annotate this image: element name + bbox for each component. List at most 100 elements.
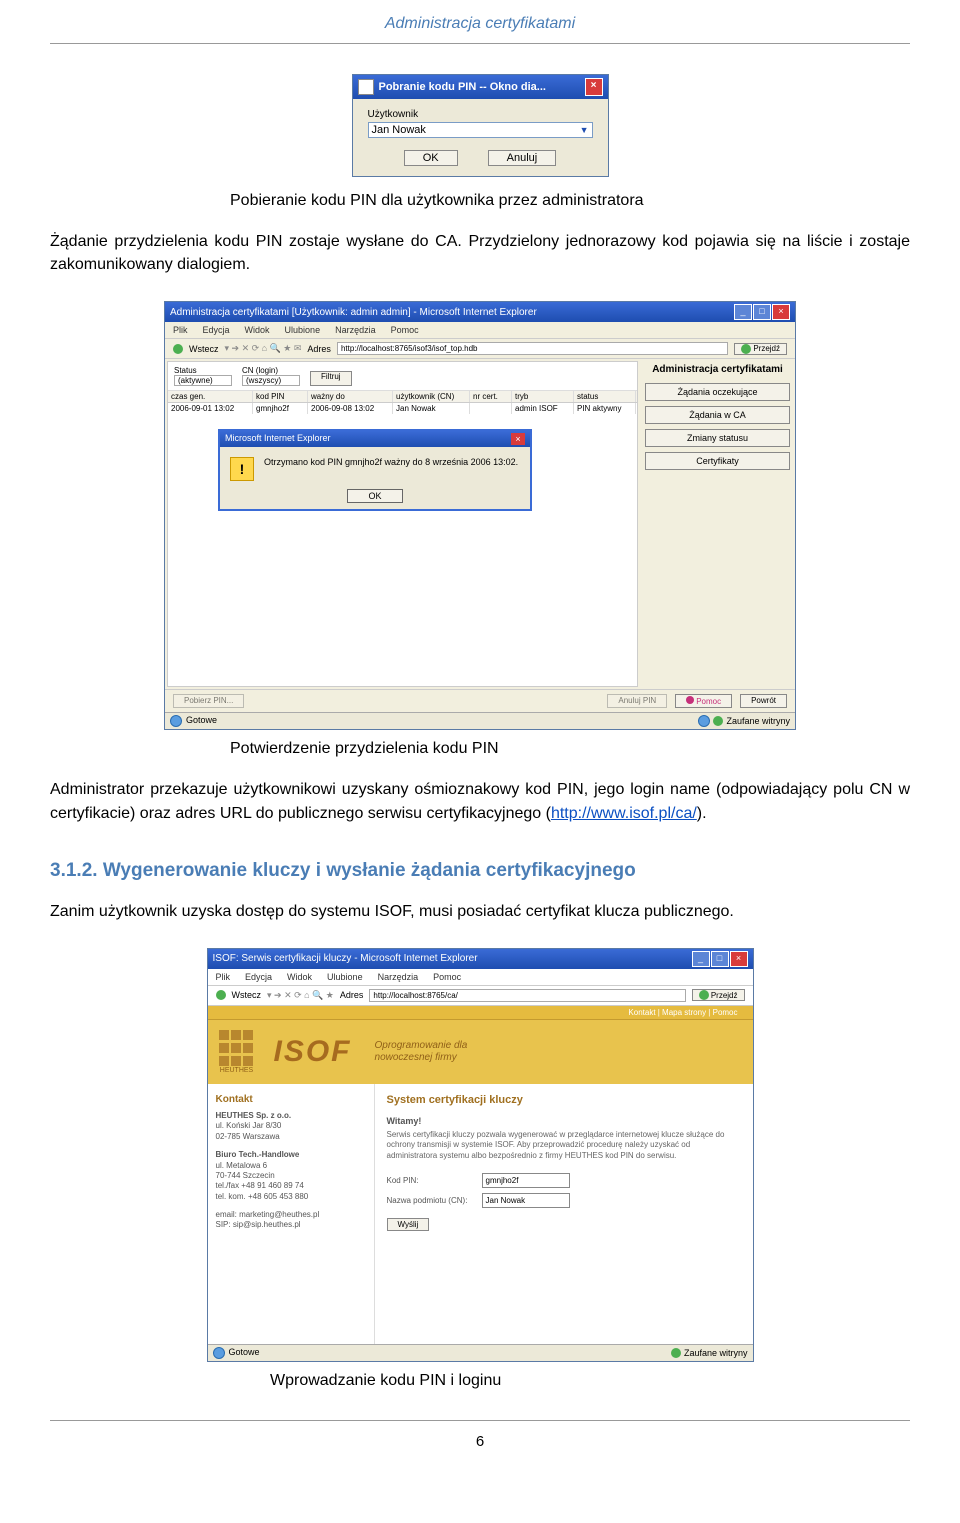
ie-isof-window: ISOF: Serwis certyfikacji kluczy - Micro… — [207, 948, 754, 1362]
ie-admin-window: Administracja certyfikatami [Użytkownik:… — [164, 301, 796, 730]
fig1-caption: Pobieranie kodu PIN dla użytkownika prze… — [230, 192, 910, 210]
status-label: Status — [174, 366, 232, 375]
fig3-caption: Wprowadzanie kodu PIN i loginu — [270, 1372, 910, 1390]
minimize-icon[interactable]: _ — [734, 304, 752, 320]
th-pin: kod PIN — [253, 391, 308, 402]
paragraph-1: Żądanie przydzielenia kodu PIN zostaje w… — [50, 230, 910, 276]
ie-titlebar: Administracja certyfikatami [Użytkownik:… — [165, 302, 795, 322]
kontakt-heading: Kontakt — [216, 1094, 366, 1105]
cn-input[interactable]: Jan Nowak — [482, 1193, 570, 1208]
ok-button[interactable]: OK — [404, 150, 458, 166]
trusted-icon — [671, 1348, 681, 1358]
btn-certyfikaty[interactable]: Certyfikaty — [645, 452, 790, 470]
menu-narzedzia[interactable]: Narzędzia — [335, 325, 376, 335]
menu-plik[interactable]: Plik — [173, 325, 188, 335]
go-button[interactable]: Przejdź — [734, 343, 787, 355]
address-bar[interactable]: http://localhost:8765/isof3/isof_top.hdb — [337, 342, 728, 355]
maximize-icon[interactable]: □ — [753, 304, 771, 320]
isof-sidebar: Kontakt HEUTHES Sp. z o.o. ul. Koński Ja… — [208, 1084, 375, 1344]
tagline-2: nowoczesnej firmy — [375, 1052, 468, 1064]
menu-plik[interactable]: Plik — [216, 972, 231, 982]
cn-select[interactable]: (wszyscy) — [242, 375, 300, 386]
alert-dialog: Microsoft Internet Explorer × ! Otrzyman… — [218, 429, 532, 511]
menu-widok[interactable]: Widok — [287, 972, 312, 982]
menu-narzedzia[interactable]: Narzędzia — [378, 972, 419, 982]
isof-banner: HEUTHES ISOF Oprogramowanie dla nowoczes… — [208, 1020, 753, 1084]
url-link[interactable]: http://www.isof.pl/ca/ — [551, 805, 697, 822]
globe-icon — [170, 715, 182, 727]
addr-label: Adres — [307, 344, 331, 354]
status-text: Gotowe — [229, 1347, 260, 1359]
back-label[interactable]: Wstecz — [232, 990, 262, 1000]
powrot-button[interactable]: Powrót — [740, 694, 787, 708]
page-number: 6 — [50, 1420, 910, 1450]
go-button[interactable]: Przejdź — [692, 989, 745, 1001]
ie-statusbar: Gotowe Zaufane witryny — [165, 712, 795, 729]
menu-ulubione[interactable]: Ulubione — [285, 325, 321, 335]
status-select[interactable]: (aktywne) — [174, 375, 232, 386]
back-icon[interactable] — [173, 344, 183, 354]
close-icon[interactable]: × — [511, 433, 525, 445]
help-icon — [686, 696, 694, 704]
address-bar[interactable]: http://localhost:8765/ca/ — [369, 989, 685, 1002]
heuthes-logo-icon — [218, 1029, 256, 1067]
ie-toolbar: Wstecz ▾ ➔ ✕ ⟳ ⌂ 🔍 ★ ✉ Adres http://loca… — [165, 339, 795, 359]
th-tryb: tryb — [512, 391, 574, 402]
pomoc-button[interactable]: Pomoc — [675, 694, 732, 708]
menu-pomoc[interactable]: Pomoc — [391, 325, 419, 335]
zone-icon — [698, 715, 710, 727]
pin-table: czas gen. kod PIN ważny do użytkownik (C… — [168, 391, 637, 414]
zone-text: Zaufane witryny — [684, 1348, 748, 1358]
isof-topnav[interactable]: Kontakt | Mapa strony | Pomoc — [208, 1006, 753, 1020]
maximize-icon[interactable]: □ — [711, 951, 729, 967]
globe-icon — [213, 1347, 225, 1359]
btn-zadania-oczekujace[interactable]: Żądania oczekujące — [645, 383, 790, 401]
user-select[interactable]: Jan Nowak ▼ — [368, 122, 593, 138]
main-heading: System certyfikacji kluczy — [387, 1094, 741, 1106]
cancel-button[interactable]: Anuluj — [488, 150, 557, 166]
close-icon[interactable]: × — [585, 78, 603, 96]
alert-text: Otrzymano kod PIN gmnjho2f ważny do 8 wr… — [264, 457, 518, 467]
table-row[interactable]: 2006-09-01 13:02 gmnjho2f 2006-09-08 13:… — [168, 403, 637, 414]
menu-edycja[interactable]: Edycja — [245, 972, 272, 982]
ie-menubar: Plik Edycja Widok Ulubione Narzędzia Pom… — [208, 969, 753, 986]
th-wazny: ważny do — [308, 391, 393, 402]
chevron-down-icon: ▼ — [580, 125, 589, 135]
description-text: Serwis certyfikacji kluczy pozwala wygen… — [387, 1130, 741, 1161]
minimize-icon[interactable]: _ — [692, 951, 710, 967]
menu-widok[interactable]: Widok — [245, 325, 270, 335]
th-nr: nr cert. — [470, 391, 512, 402]
brand-sub: HEUTHES — [218, 1067, 256, 1074]
cn-label: Nazwa podmiotu (CN): — [387, 1196, 482, 1205]
side-title: Administracja certyfikatami — [645, 364, 790, 375]
cn-label: CN (login) — [242, 366, 300, 375]
ie-statusbar: Gotowe Zaufane witryny — [208, 1344, 753, 1361]
status-text: Gotowe — [186, 715, 217, 727]
pin-input[interactable]: gmnjho2f — [482, 1173, 570, 1188]
menu-pomoc[interactable]: Pomoc — [433, 972, 461, 982]
close-icon[interactable]: × — [772, 304, 790, 320]
menu-edycja[interactable]: Edycja — [203, 325, 230, 335]
paragraph-2: Administrator przekazuje użytkownikowi u… — [50, 778, 910, 824]
back-label[interactable]: Wstecz — [189, 344, 219, 354]
btn-zadania-ca[interactable]: Żądania w CA — [645, 406, 790, 424]
alert-ok-button[interactable]: OK — [347, 489, 402, 503]
header-title: Administracja certyfikatami — [385, 15, 575, 32]
welcome-text: Witamy! — [387, 1116, 741, 1126]
fig2-caption: Potwierdzenie przydzielenia kodu PIN — [230, 740, 910, 758]
btn-zmiany-statusu[interactable]: Zmiany statusu — [645, 429, 790, 447]
trusted-icon — [713, 716, 723, 726]
menu-ulubione[interactable]: Ulubione — [327, 972, 363, 982]
filter-button[interactable]: Filtruj — [310, 371, 352, 386]
heading-3-1-2: 3.1.2. Wygenerowanie kluczy i wysłanie ż… — [50, 860, 910, 882]
anuluj-pin-button[interactable]: Anuluj PIN — [607, 694, 667, 708]
pobierz-pin-button[interactable]: Pobierz PIN... — [173, 694, 244, 708]
ie-toolbar: Wstecz ▾ ➔ ✕ ⟳ ⌂ 🔍 ★ Adres http://localh… — [208, 986, 753, 1006]
close-icon[interactable]: × — [730, 951, 748, 967]
isof-main: System certyfikacji kluczy Witamy! Serwi… — [375, 1084, 753, 1344]
isof-brand: ISOF — [274, 1035, 352, 1069]
go-icon — [741, 344, 751, 354]
back-icon[interactable] — [216, 990, 226, 1000]
send-button[interactable]: Wyślij — [387, 1218, 430, 1231]
window-icon — [358, 79, 374, 95]
